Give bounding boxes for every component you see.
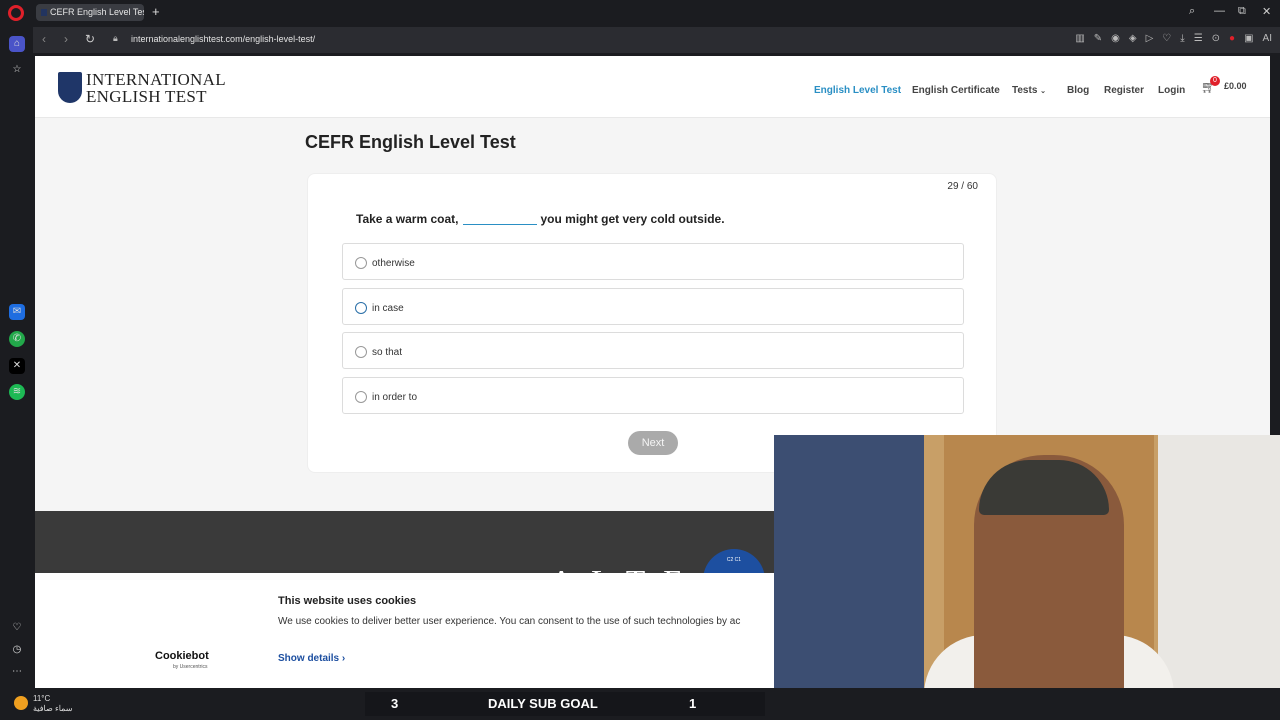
menu-icon[interactable]: ☰	[1194, 33, 1203, 44]
cookie-title: This website uses cookies	[278, 595, 417, 607]
answer-option[interactable]: otherwise	[342, 243, 964, 280]
browser-tab[interactable]: CEFR English Level Test - I	[36, 4, 144, 21]
question-before: Take a warm coat,	[356, 212, 459, 226]
question-counter: 29 / 60	[947, 181, 978, 192]
site-header: INTERNATIONAL ENGLISH TEST English Level…	[35, 56, 1270, 118]
whatsapp-icon[interactable]: ✆	[9, 331, 25, 347]
forward-icon[interactable]: ›	[64, 32, 68, 46]
x-icon[interactable]: ✕	[9, 358, 25, 374]
answer-option[interactable]: so that	[342, 332, 964, 369]
answer-option[interactable]: in case	[342, 288, 964, 325]
question-after: you might get very cold outside.	[540, 212, 725, 226]
ai-button[interactable]: AI	[1263, 33, 1272, 44]
opera-logo-icon[interactable]	[8, 5, 24, 21]
goal-current: 3	[391, 696, 399, 711]
cookie-text: We use cookies to deliver better user ex…	[278, 616, 741, 627]
goal-target: 1	[689, 696, 697, 711]
logo-line-1: INTERNATIONAL	[86, 70, 226, 89]
url-field[interactable]: internationalenglishtest.com/english-lev…	[131, 34, 315, 44]
chevron-right-icon: ›	[341, 653, 346, 664]
background-door	[1158, 435, 1280, 720]
maximize-icon[interactable]: ⧉	[1238, 5, 1246, 18]
play-icon[interactable]: ▷	[1146, 33, 1154, 44]
star-icon[interactable]: ☆	[9, 62, 25, 78]
radio-button[interactable]	[355, 391, 367, 403]
option-label: so that	[372, 347, 403, 358]
spotify-icon[interactable]: ≋	[9, 384, 25, 400]
profile-icon[interactable]: ⊙	[1212, 33, 1220, 44]
lock-icon: 🔒︎	[113, 33, 118, 43]
answer-option[interactable]: in order to	[342, 377, 964, 414]
background-curtain	[774, 435, 924, 720]
new-tab-button[interactable]: +	[152, 4, 160, 20]
shield-icon[interactable]: ◈	[1129, 33, 1137, 44]
cookiebot-logo: Cookiebot	[155, 650, 209, 662]
question-text: Take a warm coat, you might get very cold…	[356, 212, 725, 226]
next-button[interactable]: Next	[628, 431, 678, 455]
logo-line-2: ENGLISH TEST	[86, 87, 207, 106]
close-icon[interactable]: ✕	[1262, 5, 1271, 18]
goal-label: DAILY SUB GOAL	[488, 696, 598, 711]
nav-login[interactable]: Login	[1158, 85, 1185, 96]
cookiebot-sublabel: by Usercentrics	[173, 664, 208, 670]
weather-desc: سماء صافية	[33, 704, 73, 713]
camera-icon[interactable]: ◉	[1111, 33, 1120, 44]
option-label: in case	[372, 303, 404, 314]
cube-icon[interactable]: ▣	[1244, 33, 1253, 44]
more-icon[interactable]: ⋯	[9, 664, 25, 680]
page-title: CEFR English Level Test	[305, 132, 516, 152]
toolbar-icons: ▥ ✎ ◉ ◈ ▷ ♡ ⤓ ☰ ⊙ ● ▣ AI	[1075, 33, 1272, 44]
radio-button[interactable]	[355, 302, 367, 314]
cart-total[interactable]: £0.00	[1224, 81, 1247, 91]
radio-button[interactable]	[355, 346, 367, 358]
reload-icon[interactable]: ↻	[85, 32, 95, 46]
logo-shield-icon[interactable]	[58, 72, 82, 103]
weather-temp: 11°C	[33, 694, 51, 703]
option-label: otherwise	[372, 258, 415, 269]
home-icon[interactable]: ⌂	[9, 36, 25, 52]
nav-tests[interactable]: Tests ⌄	[1012, 85, 1046, 96]
edit-icon[interactable]: ✎	[1094, 33, 1102, 44]
extension-icon[interactable]: ●	[1229, 33, 1235, 44]
chevron-down-icon: ⌄	[1040, 88, 1047, 95]
messenger-icon[interactable]: ✉	[9, 304, 25, 320]
address-bar: ‹ › ↻ 🔒︎ internationalenglishtest.com/en…	[33, 27, 1280, 53]
webcam-overlay	[774, 435, 1280, 720]
cart-count-badge: 0	[1210, 76, 1220, 86]
option-label: in order to	[372, 392, 418, 403]
site-logo[interactable]: INTERNATIONAL ENGLISH TEST	[86, 71, 226, 105]
history-icon[interactable]: ◷	[9, 642, 25, 658]
weather-icon	[14, 696, 28, 710]
show-details-label: Show details	[278, 653, 340, 664]
question-blank	[462, 224, 537, 225]
question-card: 29 / 60 Take a warm coat, you might get v…	[307, 173, 997, 473]
search-icon[interactable]: ⌕	[1189, 5, 1195, 18]
heart-icon[interactable]: ♡	[9, 620, 25, 636]
nav-english-level-test[interactable]: English Level Test	[814, 85, 901, 96]
nav-blog[interactable]: Blog	[1067, 85, 1089, 96]
browser-sidebar: ⌂ ☆ ✉ ✆ ✕ ≋ ♡ ◷ ⋯	[0, 26, 33, 688]
nav-english-certificate[interactable]: English Certificate	[912, 85, 1000, 96]
heart-icon[interactable]: ♡	[1162, 33, 1171, 44]
daily-sub-goal-bar: 3 DAILY SUB GOAL 1	[365, 692, 765, 716]
radio-button[interactable]	[355, 257, 367, 269]
nav-tests-label: Tests	[1012, 85, 1038, 96]
back-icon[interactable]: ‹	[42, 32, 46, 46]
show-details-link[interactable]: Show details ›	[278, 653, 345, 664]
download-icon[interactable]: ⤓	[1180, 33, 1184, 44]
browser-titlebar: CEFR English Level Test - I + ⌕ — ⧉ ✕	[0, 0, 1280, 26]
nav-register[interactable]: Register	[1104, 85, 1144, 96]
minimize-icon[interactable]: —	[1214, 5, 1225, 17]
reader-icon[interactable]: ▥	[1075, 33, 1084, 44]
